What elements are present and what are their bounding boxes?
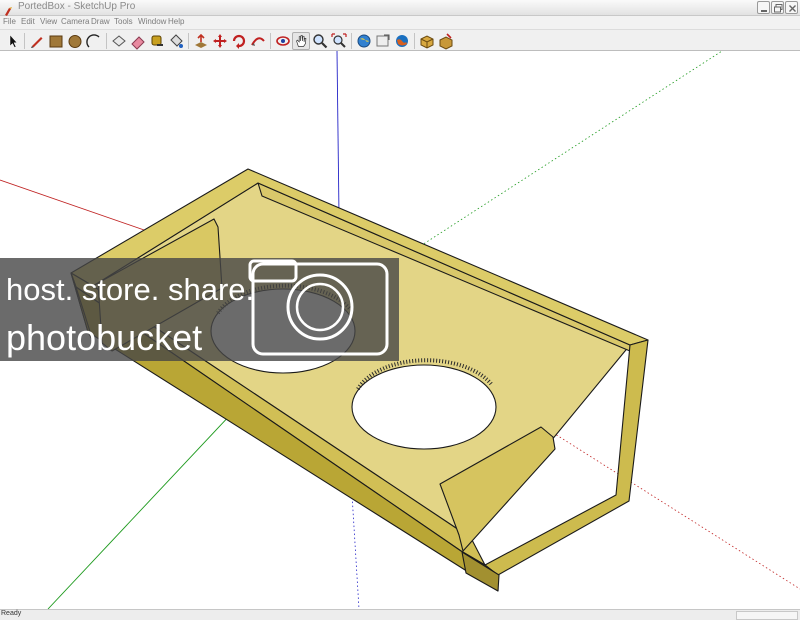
photobucket-watermark: host. store. share. photobucket — [0, 258, 399, 361]
google-earth-tool-button[interactable] — [393, 32, 411, 50]
pan-tool-button[interactable] — [292, 32, 310, 50]
menu-view[interactable]: View — [40, 17, 57, 26]
get-component-tool-button[interactable] — [418, 32, 436, 50]
menu-help[interactable]: Help — [168, 17, 184, 26]
share-model-tool-button[interactable] — [374, 32, 392, 50]
status-bar: Ready — [0, 609, 800, 620]
tape-measure-tool-button[interactable] — [148, 32, 166, 50]
menu-file[interactable]: File — [3, 17, 16, 26]
watermark-brand: photobucket — [6, 317, 202, 358]
extension-warehouse-tool-button[interactable] — [437, 32, 455, 50]
menu-draw[interactable]: Draw — [91, 17, 110, 26]
3d-scene: host. store. share. photobucket — [0, 51, 800, 609]
circle-tool-button[interactable] — [66, 32, 84, 50]
close-button[interactable] — [785, 1, 798, 14]
make-component-tool-button[interactable] — [110, 32, 128, 50]
paint-bucket-tool-button[interactable] — [167, 32, 185, 50]
arc-tool-button[interactable] — [85, 32, 103, 50]
measurements-box[interactable] — [736, 611, 798, 620]
maximize-button[interactable] — [771, 1, 784, 14]
follow-me-tool-button[interactable] — [249, 32, 267, 50]
window-title: PortedBox - SketchUp Pro — [18, 1, 136, 12]
rotate-tool-button[interactable] — [230, 32, 248, 50]
push-pull-tool-button[interactable] — [192, 32, 210, 50]
sketchup-logo-icon — [3, 2, 14, 16]
menu-edit[interactable]: Edit — [21, 17, 35, 26]
menu-camera[interactable]: Camera — [61, 17, 89, 26]
eraser-tool-button[interactable] — [129, 32, 147, 50]
zoom-extents-tool-button[interactable] — [330, 32, 348, 50]
rectangle-tool-button[interactable] — [47, 32, 65, 50]
ported-box-model — [70, 168, 649, 592]
select-tool-button[interactable] — [4, 32, 22, 50]
model-viewport[interactable]: host. store. share. photobucket — [0, 51, 800, 609]
zoom-tool-button[interactable] — [311, 32, 329, 50]
move-tool-button[interactable] — [211, 32, 229, 50]
menu-window[interactable]: Window — [138, 17, 166, 26]
pencil-tool-button[interactable] — [28, 32, 46, 50]
status-text: Ready — [1, 610, 22, 617]
get-models-tool-button[interactable] — [355, 32, 373, 50]
minimize-button[interactable] — [757, 1, 770, 14]
title-bar: PortedBox - SketchUp Pro — [0, 0, 800, 16]
speaker-hole-right — [351, 364, 497, 450]
orbit-tool-button[interactable] — [274, 32, 292, 50]
watermark-tagline: host. store. share. — [6, 272, 254, 307]
menu-bar: File Edit View Camera Draw Tools Window … — [0, 16, 800, 29]
toolbar — [0, 29, 800, 51]
menu-tools[interactable]: Tools — [114, 17, 133, 26]
sketchup-window: PortedBox - SketchUp Pro File Edit View … — [0, 0, 800, 620]
